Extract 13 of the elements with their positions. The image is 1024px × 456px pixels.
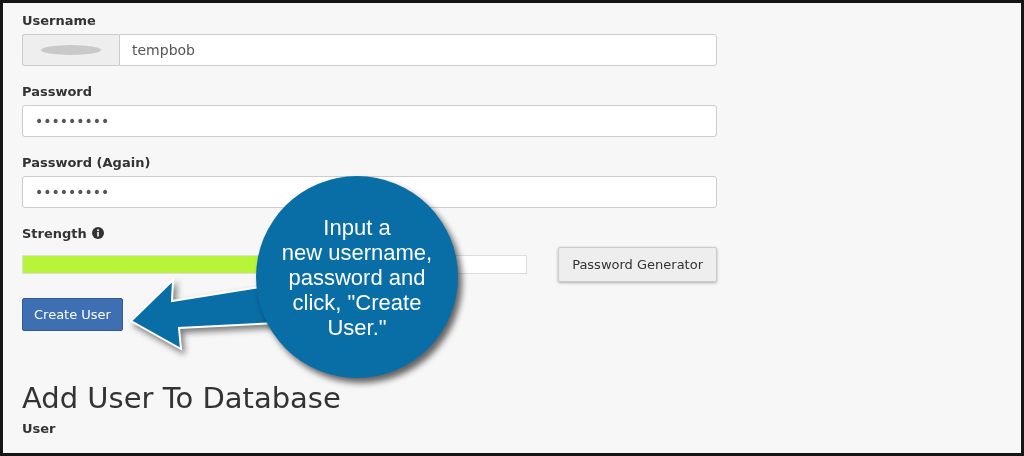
field-label: Strength <box>22 226 104 241</box>
password-generator-button[interactable]: Password Generator <box>558 247 717 282</box>
callout-text: Input a new username, password and click, "Create User." <box>281 214 433 340</box>
section-heading: Add User To Database <box>22 381 341 415</box>
input-field[interactable]: tempbob <box>119 34 717 66</box>
input-field[interactable]: ••••••••• <box>22 105 717 137</box>
create-user-button[interactable]: Create User <box>22 298 123 331</box>
field-label: Password <box>22 84 93 99</box>
field-label: Password (Again) <box>22 155 151 170</box>
field-label: User <box>22 421 56 436</box>
blurred-text-icon <box>39 44 103 56</box>
info-icon <box>91 227 104 239</box>
field-label: Username <box>22 13 96 28</box>
